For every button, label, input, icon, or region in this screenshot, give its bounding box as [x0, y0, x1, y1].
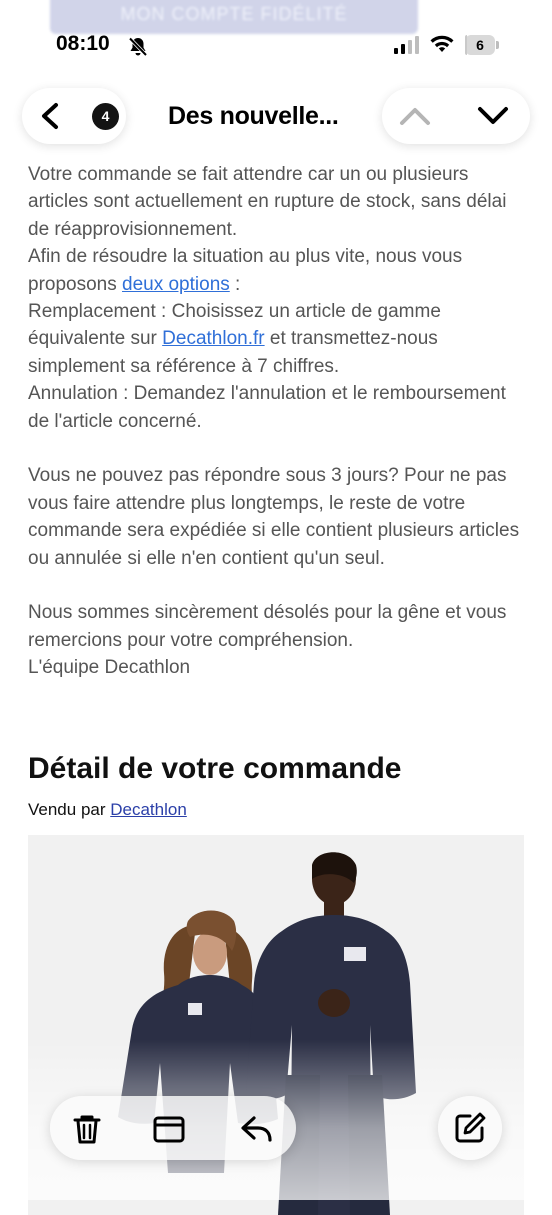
paragraph-three-days: Vous ne pouvez pas répondre sous 3 jours…: [28, 465, 520, 569]
signature: L'équipe Decathlon: [28, 657, 191, 679]
mail-action-toolbar: [50, 1096, 296, 1160]
sold-by-label: Vendu par: [28, 800, 111, 819]
paragraph-options-colon: :: [229, 273, 241, 295]
battery-percent: 6: [476, 37, 484, 53]
loyalty-account-label: MON COMPTE FIDÉLITÉ: [120, 3, 348, 24]
paragraph-options: Afin de résoudre la situation au plus vi…: [28, 243, 528, 298]
two-options-link[interactable]: deux options: [122, 274, 230, 295]
compose-icon: [455, 1112, 486, 1143]
email-subject-title: Des nouvelle...: [168, 102, 339, 130]
email-body: Votre commande se fait attendre car un o…: [28, 161, 528, 682]
battery-tip: [496, 41, 499, 49]
trash-icon[interactable]: [70, 1112, 104, 1146]
paragraph-cancellation: Annulation : Demandez l'annulation et le…: [28, 383, 506, 432]
bell-slash-icon: [128, 37, 148, 57]
status-time: 08:10: [56, 32, 110, 55]
decathlon-site-link[interactable]: Decathlon.fr: [162, 328, 264, 349]
previous-message-chevron-up-icon[interactable]: [398, 104, 432, 128]
folder-icon[interactable]: [152, 1112, 186, 1146]
unread-count-badge: 4: [92, 103, 119, 130]
paragraph-apology: Nous sommes sincèrement désolés pour la …: [28, 602, 507, 651]
battery-indicator: 6: [465, 35, 501, 55]
chevron-left-icon: [42, 103, 58, 129]
paragraph-replacement: Remplacement : Choisissez un article de …: [28, 298, 528, 380]
sold-by-line: Vendu par Decathlon: [28, 800, 187, 820]
wifi-icon: [430, 35, 454, 52]
paragraph-stock-delay: Votre commande se fait attendre car un o…: [28, 164, 507, 240]
compose-button[interactable]: [438, 1096, 502, 1160]
order-details-heading: Détail de votre commande: [28, 752, 402, 785]
back-button[interactable]: 4: [22, 88, 126, 144]
reply-icon[interactable]: [240, 1112, 274, 1146]
seller-link[interactable]: Decathlon: [110, 800, 187, 819]
status-bar: 08:10 6: [0, 28, 552, 64]
message-navigation: [382, 88, 530, 144]
paragraph-options-text: Afin de résoudre la situation au plus vi…: [28, 246, 463, 295]
next-message-chevron-down-icon[interactable]: [476, 104, 510, 128]
cellular-signal-icon: [394, 36, 419, 54]
